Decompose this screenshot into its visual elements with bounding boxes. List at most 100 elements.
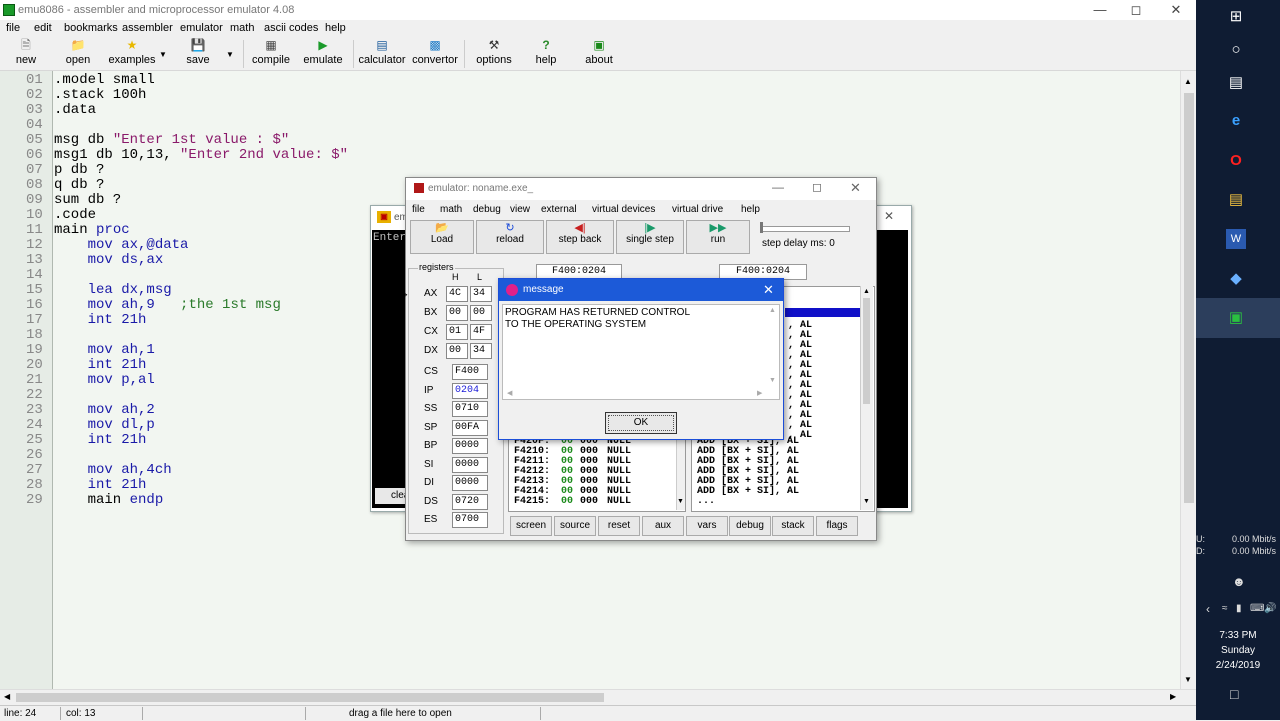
reload-button[interactable]: ↻ reload [476,220,544,254]
emu-menu-help[interactable]: help [741,204,760,215]
code-line[interactable]: msg db "Enter 1st value : $" [54,133,289,148]
code-line[interactable]: int 21h [54,313,147,328]
about-button[interactable]: ▣ about [582,38,616,70]
code-line[interactable]: mov ah,4ch [54,463,172,478]
close-button[interactable]: ✕ [1156,0,1196,20]
register-value[interactable]: 0204 [452,382,488,399]
code-line[interactable]: q db ? [54,178,104,193]
hscroll-thumb[interactable] [16,693,604,702]
emu-menu-math[interactable]: math [440,204,462,215]
scroll-up-icon[interactable]: ▲ [1184,77,1192,86]
register-high-byte[interactable]: 01 [446,324,468,340]
menu-help[interactable]: help [325,22,346,34]
clock-day[interactable]: Sunday [1196,645,1280,656]
code-line[interactable]: mov ah,2 [54,403,155,418]
register-high-byte[interactable]: 00 [446,343,468,359]
cortana-icon[interactable]: ○ [1226,40,1246,60]
step-delay-slider[interactable] [762,226,850,232]
emu-vars-button[interactable]: vars [686,516,728,536]
code-line[interactable]: .stack 100h [54,88,146,103]
tray-chevron-icon[interactable]: ‹ [1206,602,1210,616]
register-value[interactable]: F400 [452,364,488,380]
code-line[interactable]: p db ? [54,163,104,178]
people-icon[interactable]: ☻ [1232,574,1246,589]
disasm-scrollbar[interactable]: ▲ ▼ [860,286,873,510]
minimize-button[interactable]: — [1080,0,1120,20]
code-line[interactable]: mov dl,p [54,418,155,433]
convertor-button[interactable]: ▩ convertor [410,38,460,70]
calculator-button[interactable]: ▤ calculator [358,38,406,70]
emu8086-taskbar-icon[interactable]: ▣ [1226,308,1246,328]
emu-menu-debug[interactable]: debug [473,204,501,215]
scroll-left-icon[interactable]: ◀ [4,692,10,701]
disasm-scroll-thumb[interactable] [863,298,870,404]
output-close-icon[interactable]: ✕ [884,209,894,223]
memory-scroll-down-icon[interactable]: ▼ [677,498,684,505]
single-step-button[interactable]: |▶ single step [616,220,684,254]
register-value[interactable]: 0000 [452,475,488,491]
emulator-close-button[interactable]: ✕ [850,180,861,196]
emu-flags-button[interactable]: flags [816,516,858,536]
emulator-maximize-button[interactable]: ◻ [812,180,822,194]
emu-debug-button[interactable]: debug [729,516,771,536]
clock-date[interactable]: 2/24/2019 [1196,660,1280,671]
message-close-icon[interactable]: ✕ [763,282,774,298]
register-value[interactable]: 0710 [452,401,488,417]
code-line[interactable]: mov ax,@data [54,238,189,253]
register-value[interactable]: 0000 [452,438,488,454]
word-icon[interactable]: W [1226,229,1246,249]
code-line[interactable]: .data [54,103,96,118]
examples-dropdown-icon[interactable]: ▼ [159,50,167,59]
register-low-byte[interactable]: 00 [470,305,492,321]
battery-icon[interactable]: ▮ [1236,603,1242,614]
register-value[interactable]: 0720 [452,493,488,510]
compile-button[interactable]: ▦ compile [250,38,292,70]
volume-icon[interactable]: 🔊 [1264,603,1276,614]
load-button[interactable]: 📂 Load [410,220,474,254]
help-button[interactable]: ? help [530,38,562,70]
scroll-thumb[interactable] [1184,93,1194,503]
code-line[interactable]: sum db ? [54,193,121,208]
code-line[interactable]: mov ah,9 ;the 1st msg [54,298,281,313]
open-button[interactable]: 📁 open [62,38,94,70]
menu-edit[interactable]: edit [34,22,52,34]
edge-icon[interactable]: e [1226,111,1246,131]
vertical-scrollbar[interactable]: ▲ ▼ [1180,71,1197,689]
ok-button[interactable]: OK [605,412,677,434]
code-line[interactable]: lea dx,msg [54,283,172,298]
menu-ascii-codes[interactable]: ascii codes [264,22,318,34]
code-line[interactable]: mov ah,1 [54,343,155,358]
run-button[interactable]: ▶▶ run [686,220,750,254]
code-line[interactable]: main endp [54,493,164,508]
emu-screen-button[interactable]: screen [510,516,552,536]
register-high-byte[interactable]: 00 [446,305,468,321]
menu-file[interactable]: file [6,22,20,34]
emu-menu-view[interactable]: view [510,204,530,215]
code-line[interactable]: .model small [54,73,155,88]
disasm-row[interactable]: ... [697,497,715,507]
scroll-down-icon[interactable]: ▼ [1184,675,1192,684]
maximize-button[interactable]: ◻ [1116,0,1156,20]
save-button[interactable]: 💾 save [182,38,214,70]
step-delay-slider-thumb[interactable] [760,222,763,233]
emu-menu-file[interactable]: file [412,204,425,215]
code-line[interactable]: main proc [54,223,130,238]
task-view-icon[interactable]: ▤ [1226,73,1246,93]
menu-math[interactable]: math [230,22,254,34]
message-dialog[interactable]: message ✕ PROGRAM HAS RETURNED CONTROL T… [498,278,784,440]
network-icon[interactable]: ≈ [1222,603,1228,614]
code-line[interactable]: int 21h [54,358,147,373]
new-button[interactable]: 🗎 new [10,38,42,70]
emu-reset-button[interactable]: reset [598,516,640,536]
emulate-button[interactable]: ▶ emulate [302,38,344,70]
code-line[interactable]: .code [54,208,96,223]
options-button[interactable]: ⚒ options [474,38,514,70]
scroll-right-icon[interactable]: ▶ [1170,692,1176,701]
register-low-byte[interactable]: 34 [470,286,492,302]
register-low-byte[interactable]: 34 [470,343,492,359]
menu-emulator[interactable]: emulator [180,22,223,34]
horizontal-scrollbar[interactable]: ◀ ▶ [0,689,1196,706]
emu-menu-virtual-devices[interactable]: virtual devices [592,204,655,215]
keyboard-icon[interactable]: ⌨ [1250,603,1264,614]
examples-button[interactable]: ★ examples [106,38,158,70]
